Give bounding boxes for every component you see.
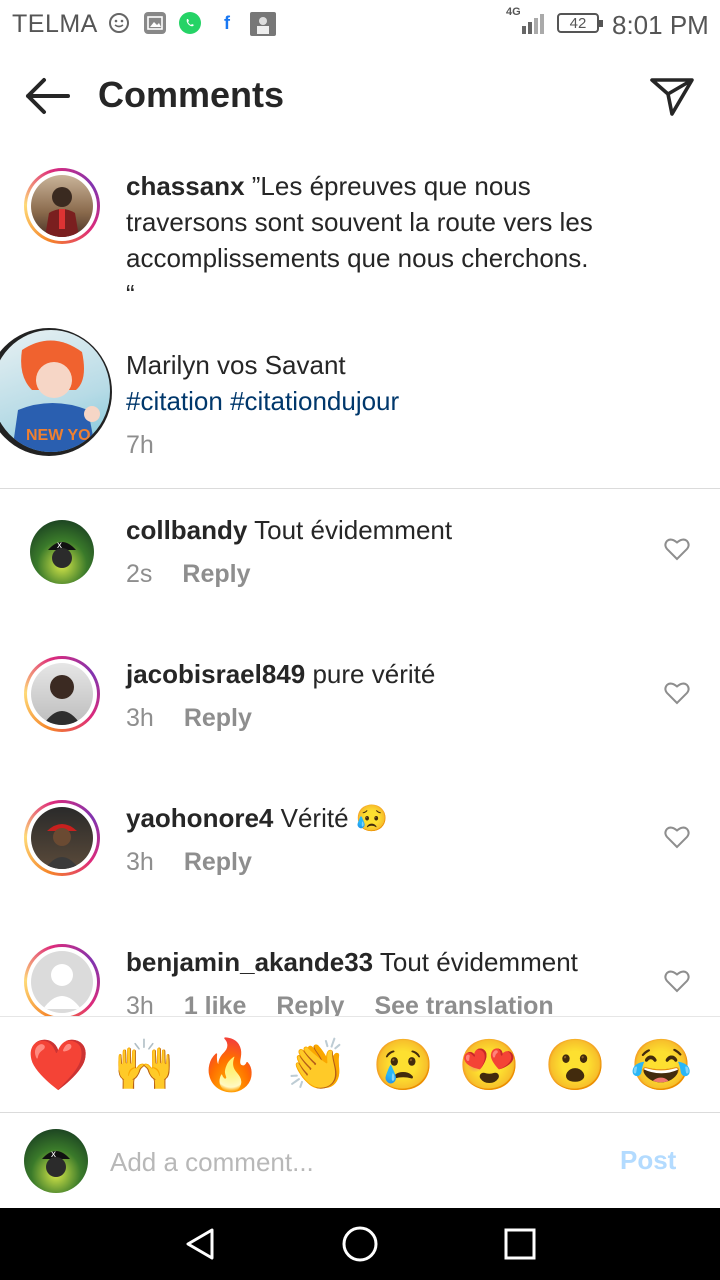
avatar bbox=[31, 663, 93, 725]
comment-body: yaohonore4 Vérité 😥 bbox=[126, 803, 388, 834]
avatar-chassanx[interactable] bbox=[24, 168, 100, 244]
comment-username[interactable]: yaohonore4 bbox=[126, 803, 273, 833]
svg-text:NEW YO: NEW YO bbox=[26, 427, 91, 444]
caption-time: 7h bbox=[126, 431, 154, 459]
whatsapp-icon bbox=[179, 12, 201, 34]
comment-username[interactable]: benjamin_akande33 bbox=[126, 947, 373, 977]
avatar-benjamin-akande33[interactable] bbox=[24, 944, 100, 1020]
photo-icon bbox=[250, 12, 276, 36]
avatar-collbandy[interactable]: x bbox=[30, 520, 94, 584]
caption-hashtags[interactable]: #citation #citationdujour bbox=[126, 386, 399, 417]
heart-icon[interactable] bbox=[664, 969, 690, 993]
heart-icon[interactable] bbox=[664, 537, 690, 561]
reaction-clap-button[interactable]: 👏 bbox=[286, 1035, 348, 1095]
post-button[interactable]: Post bbox=[620, 1145, 676, 1176]
facebook-icon: f bbox=[224, 12, 230, 33]
comment-text: Vérité 😥 bbox=[280, 803, 389, 833]
page-title: Comments bbox=[98, 74, 285, 115]
home-circle-icon[interactable] bbox=[341, 1225, 379, 1263]
comment-username[interactable]: jacobisrael849 bbox=[126, 659, 305, 689]
reply-button[interactable]: Reply bbox=[184, 848, 252, 877]
caption-image: NEW YO bbox=[0, 328, 112, 456]
comment-meta: 3h Reply bbox=[126, 848, 282, 877]
caption-text: chassanx ”Les épreuves que nous traverso… bbox=[126, 168, 686, 312]
reply-button[interactable]: Reply bbox=[184, 704, 252, 733]
comment-meta: 3h Reply bbox=[126, 704, 282, 733]
emoji-reactions-bar: ❤️ 🙌 🔥 👏 😢 😍 😮 😂 bbox=[0, 1016, 720, 1113]
avatar bbox=[31, 951, 93, 1013]
carrier-name: TELMA bbox=[12, 10, 98, 38]
comment-body: collbandy Tout évidemment bbox=[126, 515, 452, 546]
comment-username[interactable]: collbandy bbox=[126, 515, 247, 545]
avatar bbox=[31, 175, 93, 237]
heart-icon[interactable] bbox=[664, 681, 690, 705]
network-type: 4G bbox=[506, 6, 521, 18]
reply-button[interactable]: Reply bbox=[182, 560, 250, 589]
avatar-yaohonore4[interactable] bbox=[24, 800, 100, 876]
comment-text: Tout évidemment bbox=[379, 947, 578, 977]
gallery-icon bbox=[144, 12, 166, 34]
avatar bbox=[31, 807, 93, 869]
current-user-avatar: x bbox=[24, 1129, 88, 1193]
back-button[interactable] bbox=[22, 76, 72, 116]
paper-plane-icon bbox=[650, 78, 694, 116]
reaction-fire-button[interactable]: 🔥 bbox=[199, 1035, 261, 1095]
caption-author: Marilyn vos Savant bbox=[126, 350, 346, 380]
reaction-surprised-button[interactable]: 😮 bbox=[544, 1035, 606, 1095]
comment-text: pure vérité bbox=[312, 659, 436, 689]
status-bar: TELMA f 4G 42 8:01 PM bbox=[0, 0, 720, 50]
comment-meta: 2s Reply bbox=[126, 560, 281, 589]
caption-username[interactable]: chassanx bbox=[126, 171, 245, 201]
comment-input[interactable] bbox=[108, 1141, 592, 1183]
recents-square-icon[interactable] bbox=[503, 1227, 537, 1261]
comment-time: 2s bbox=[126, 560, 153, 588]
reaction-crying-button[interactable]: 😢 bbox=[372, 1035, 434, 1095]
back-triangle-icon[interactable] bbox=[182, 1226, 218, 1262]
battery-level: 42 bbox=[569, 14, 587, 32]
signal-icon bbox=[522, 14, 544, 34]
avatar-jacobisrael849[interactable] bbox=[24, 656, 100, 732]
comment-text: Tout évidemment bbox=[254, 515, 453, 545]
reaction-heart-button[interactable]: ❤️ bbox=[27, 1035, 89, 1095]
comment-time: 3h bbox=[126, 848, 154, 876]
comment-body: benjamin_akande33 Tout évidemment bbox=[126, 947, 578, 978]
comment-time: 3h bbox=[126, 704, 154, 732]
svg-text:x: x bbox=[51, 1149, 56, 1160]
arrow-left-icon bbox=[26, 78, 70, 114]
caption-line: accomplissements que nous cherchons. bbox=[126, 243, 589, 273]
caption-line: ”Les épreuves que nous bbox=[251, 171, 531, 201]
caption-line: traversons sont souvent la route vers le… bbox=[126, 207, 593, 237]
share-button[interactable] bbox=[648, 74, 696, 118]
comment-composer: x Post bbox=[0, 1112, 720, 1209]
reaction-raised-hands-button[interactable]: 🙌 bbox=[113, 1035, 175, 1095]
heart-icon[interactable] bbox=[664, 825, 690, 849]
battery-indicator: 42 bbox=[557, 13, 603, 33]
comment-body: jacobisrael849 pure vérité bbox=[126, 659, 435, 690]
clock: 8:01 PM bbox=[612, 10, 709, 40]
svg-text:x: x bbox=[57, 540, 62, 551]
emoji-icon bbox=[108, 12, 130, 34]
system-navigation-bar bbox=[0, 1208, 720, 1280]
reaction-laughing-button[interactable]: 😂 bbox=[630, 1035, 692, 1095]
caption-line: “ bbox=[126, 279, 135, 309]
reaction-heart-eyes-button[interactable]: 😍 bbox=[458, 1035, 520, 1095]
divider bbox=[0, 488, 720, 489]
